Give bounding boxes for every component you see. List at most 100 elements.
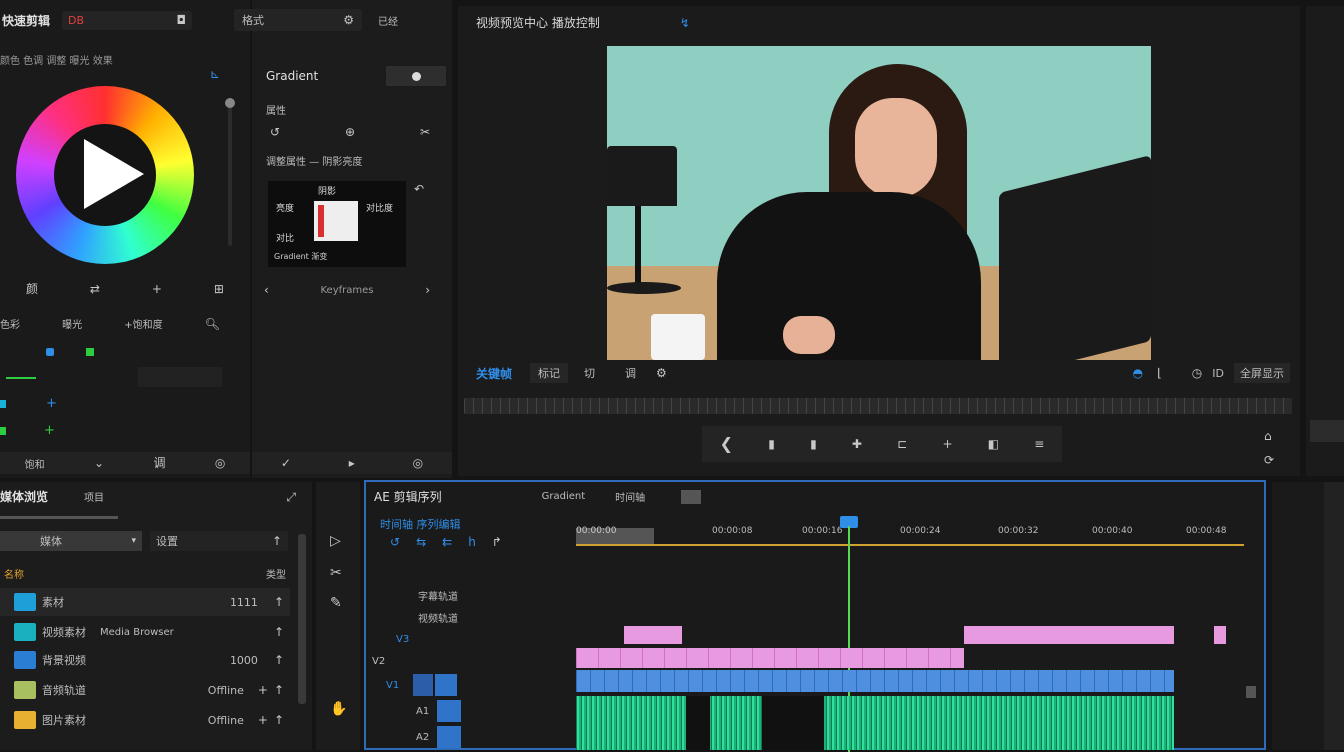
record-circle-icon[interactable]: ◎ bbox=[413, 457, 423, 469]
slider-track[interactable] bbox=[225, 98, 235, 246]
search-icon[interactable]: 🔍︎ bbox=[205, 318, 220, 330]
clip[interactable] bbox=[1214, 626, 1226, 644]
razor-tool-icon[interactable]: ✂ bbox=[330, 566, 342, 580]
upload-icon[interactable]: ↑ bbox=[274, 684, 284, 696]
link-icon[interactable]: ⇆ bbox=[416, 536, 426, 548]
add-icon[interactable]: + bbox=[258, 684, 268, 696]
track-solo[interactable] bbox=[437, 726, 462, 748]
project-scrollbar[interactable] bbox=[298, 534, 306, 704]
list-item[interactable]: 背景视频 1000 ↑ bbox=[0, 646, 290, 674]
timecode[interactable]: 时间轴 序列编辑 bbox=[380, 516, 461, 532]
settings-gear-icon[interactable]: ⚙ bbox=[656, 367, 667, 379]
mark-in-icon[interactable]: ▮ bbox=[768, 438, 775, 450]
monitor-scrubber[interactable] bbox=[464, 398, 1292, 414]
wifi-icon[interactable]: ◓ bbox=[1133, 367, 1143, 379]
upload-icon[interactable]: ↑ bbox=[274, 714, 284, 726]
swap-icon[interactable]: ⇄ bbox=[90, 283, 100, 295]
add-marker-icon[interactable]: ✚ bbox=[852, 438, 862, 450]
prev-keyframe-icon[interactable]: ‹ bbox=[264, 284, 269, 296]
selection-tool-icon[interactable]: ▷ bbox=[330, 534, 341, 548]
clip[interactable] bbox=[576, 648, 964, 668]
marker-tool-icon[interactable]: ⇇ bbox=[442, 536, 452, 548]
overwrite-icon[interactable]: ◧ bbox=[988, 438, 999, 450]
timeline-tab-box[interactable] bbox=[681, 489, 702, 504]
tab-db[interactable]: DB ◘ bbox=[62, 10, 193, 30]
tool-icon-1[interactable]: 颜 bbox=[26, 283, 38, 295]
list-item[interactable]: 音频轨道 Offline + ↑ bbox=[0, 676, 290, 704]
mark-out-icon[interactable]: ▮ bbox=[810, 438, 817, 450]
clip[interactable] bbox=[964, 626, 1174, 644]
properties-tab[interactable]: 格式 ⚙ bbox=[234, 9, 362, 31]
gradient-preview[interactable]: 阴影 亮度 对比 对比度 Gradient 渐变 bbox=[268, 181, 406, 267]
arrow-icon[interactable]: ⤢ bbox=[286, 491, 296, 503]
right-edge-field[interactable] bbox=[1310, 420, 1344, 442]
loop-icon[interactable]: ⟳ bbox=[1264, 454, 1274, 466]
track-mute[interactable] bbox=[437, 700, 462, 722]
track-lock[interactable] bbox=[435, 674, 458, 696]
dropdown-icon[interactable]: ⌄ bbox=[94, 457, 104, 469]
marker-icon[interactable]: ▸ bbox=[349, 457, 355, 469]
rotate-icon[interactable]: ↺ bbox=[270, 126, 280, 138]
expand-icon[interactable]: ⊾ bbox=[210, 68, 220, 80]
monitor-title-icon[interactable]: ↯ bbox=[680, 17, 690, 29]
bracket-icon[interactable]: ⌊ bbox=[1157, 367, 1162, 379]
tab-other[interactable]: 已经 bbox=[378, 13, 398, 28]
slider-handle[interactable] bbox=[225, 98, 235, 108]
list-item[interactable]: 图片素材 Offline + ↑ bbox=[0, 706, 290, 734]
color-wheel[interactable] bbox=[16, 86, 194, 264]
track-target[interactable] bbox=[413, 674, 434, 696]
export-icon[interactable]: ⌂ bbox=[1264, 430, 1272, 442]
pen-tool-icon[interactable]: ✎ bbox=[330, 596, 342, 610]
razor-icon[interactable]: ↱ bbox=[492, 536, 502, 548]
value-field[interactable] bbox=[138, 367, 222, 387]
hand-tool-icon[interactable]: ✋ bbox=[330, 702, 347, 716]
ripple-icon[interactable]: h bbox=[468, 536, 476, 548]
video-frame[interactable] bbox=[607, 46, 1151, 360]
target-icon[interactable]: ◎ bbox=[215, 457, 225, 469]
clip[interactable] bbox=[576, 670, 1174, 692]
undo-icon[interactable]: ↶ bbox=[414, 183, 424, 195]
settings-field[interactable]: 设置 ↑ bbox=[150, 531, 288, 551]
upload-icon[interactable]: ↑ bbox=[274, 654, 284, 666]
media-filter[interactable]: 媒体 ▾ bbox=[0, 531, 142, 551]
scissors-icon[interactable]: ✂ bbox=[420, 126, 430, 138]
insert-icon[interactable]: ⊏ bbox=[897, 438, 907, 450]
timeline-ruler[interactable]: 00:00:00 00:00:08 00:00:16 00:00:24 00:0… bbox=[576, 524, 1244, 548]
add-icon[interactable]: + bbox=[942, 438, 952, 450]
crosshair-icon[interactable]: ⊕ bbox=[345, 126, 355, 138]
blue-plus-icon[interactable]: + bbox=[46, 396, 57, 411]
snap-icon[interactable]: ↺ bbox=[390, 536, 400, 548]
green-plus-icon[interactable]: + bbox=[44, 423, 55, 438]
mark-button[interactable]: 标记 bbox=[530, 363, 569, 383]
step-back-icon[interactable]: ❮ bbox=[720, 436, 733, 452]
green-dot[interactable] bbox=[0, 427, 6, 435]
cyan-dot[interactable] bbox=[0, 400, 6, 408]
grid-icon[interactable]: ⊞ bbox=[214, 283, 224, 295]
timeline-tab[interactable]: 时间轴 bbox=[615, 489, 645, 504]
green-indicator[interactable] bbox=[86, 348, 94, 356]
project-tab[interactable]: 项目 bbox=[84, 489, 104, 504]
up-arrow-icon[interactable]: ↑ bbox=[272, 535, 282, 547]
plus-icon[interactable]: + bbox=[152, 283, 162, 295]
upload-icon[interactable]: ↑ bbox=[274, 626, 284, 638]
blue-indicator[interactable] bbox=[46, 348, 54, 356]
timeline-tab-gradient[interactable]: Gradient bbox=[542, 491, 586, 502]
fullscreen-button[interactable]: 全屏显示 bbox=[1234, 363, 1290, 383]
timeline-scrollbar[interactable] bbox=[1246, 686, 1256, 698]
audio-clip[interactable] bbox=[576, 696, 1174, 750]
next-keyframe-icon[interactable]: › bbox=[425, 284, 430, 296]
settings-icon[interactable]: ⚙ bbox=[343, 12, 354, 28]
gradient-toggle[interactable] bbox=[386, 66, 446, 86]
filter-icon[interactable]: ▾ bbox=[131, 536, 136, 546]
play-icon[interactable] bbox=[84, 139, 144, 209]
quality-label[interactable]: ID bbox=[1212, 367, 1224, 380]
adjust-icon[interactable]: 调 bbox=[153, 457, 165, 469]
menu-icon[interactable]: ≡ bbox=[1034, 438, 1044, 450]
upload-icon[interactable]: ↑ bbox=[274, 596, 284, 608]
cut-button[interactable]: 切 bbox=[584, 365, 595, 381]
adjust-button[interactable]: 调 bbox=[625, 365, 636, 381]
record-icon[interactable]: ◘ bbox=[177, 14, 187, 27]
add-icon[interactable]: + bbox=[258, 714, 268, 726]
list-item[interactable]: 视频素材 Media Browser ↑ bbox=[0, 618, 290, 646]
list-item[interactable]: 素材 1111 ↑ bbox=[0, 588, 290, 616]
